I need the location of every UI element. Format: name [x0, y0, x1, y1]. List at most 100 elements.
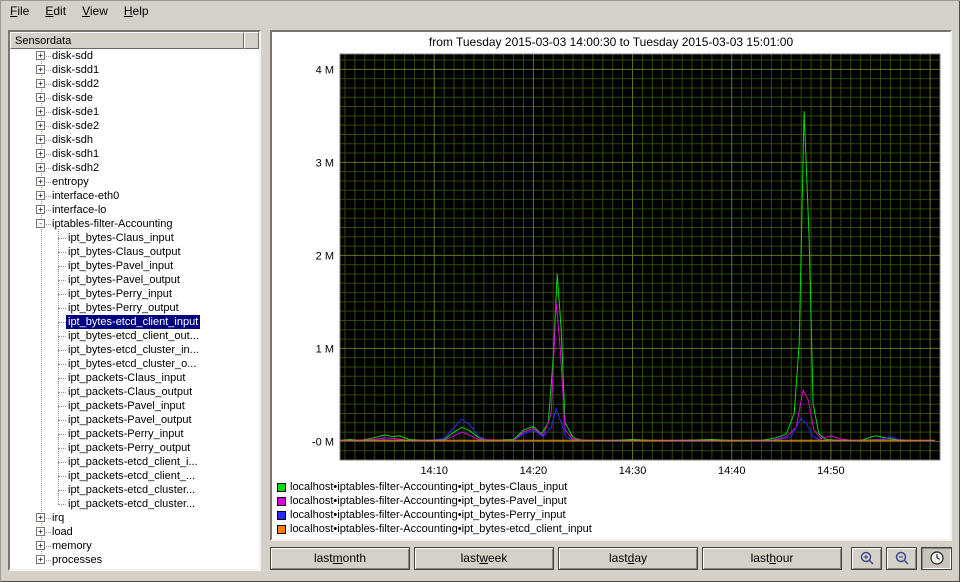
expand-plus-icon[interactable]: +	[36, 65, 45, 74]
tree-item-label[interactable]: ipt_packets-etcd_client_...	[66, 469, 197, 483]
tree-item-label[interactable]: ipt_bytes-Perry_output	[66, 301, 181, 315]
expand-plus-icon[interactable]: +	[36, 513, 45, 522]
tree-item[interactable]: ipt_packets-etcd_client_i...	[10, 455, 259, 469]
expand-plus-icon[interactable]: +	[36, 177, 45, 186]
tree-item[interactable]: + disk-sdh1	[10, 147, 259, 161]
tree-item[interactable]: + processes	[10, 553, 259, 567]
tree-item[interactable]: ipt_packets-etcd_cluster...	[10, 483, 259, 497]
tree-item[interactable]: ipt_bytes-etcd_client_input	[10, 315, 259, 329]
tree-item[interactable]: + disk-sde	[10, 91, 259, 105]
tree-item-label[interactable]: disk-sdd	[50, 49, 95, 63]
last-month-button[interactable]: last m onth	[270, 546, 410, 570]
tree-item-label[interactable]: ipt_bytes-Pavel_output	[66, 273, 182, 287]
tree-item[interactable]: + entropy	[10, 175, 259, 189]
expand-plus-icon[interactable]: +	[36, 51, 45, 60]
expand-plus-icon[interactable]: +	[36, 121, 45, 130]
menu-view[interactable]: View	[74, 2, 116, 20]
tree-item-label[interactable]: entropy	[50, 175, 91, 189]
auto-update-button[interactable]	[921, 546, 952, 570]
tree-item-label[interactable]: ipt_packets-Perry_output	[66, 441, 192, 455]
tree-item[interactable]: ipt_bytes-Claus_input	[10, 231, 259, 245]
tree-item-label[interactable]: disk-sdh1	[50, 147, 101, 161]
tree-item[interactable]: ipt_packets-Pavel_output	[10, 413, 259, 427]
collapse-minus-icon[interactable]: -	[36, 219, 45, 228]
expand-plus-icon[interactable]: +	[36, 527, 45, 536]
expand-plus-icon[interactable]: +	[36, 93, 45, 102]
expand-plus-icon[interactable]: +	[36, 79, 45, 88]
tree-item-label[interactable]: ipt_packets-etcd_cluster...	[66, 483, 197, 497]
tree-item[interactable]: ipt_bytes-Perry_input	[10, 287, 259, 301]
tree-item[interactable]: + interface-eth0	[10, 189, 259, 203]
tree-item-label[interactable]: ipt_packets-Claus_input	[66, 371, 187, 385]
expand-plus-icon[interactable]: +	[36, 205, 45, 214]
tree-item[interactable]: ipt_packets-Perry_output	[10, 441, 259, 455]
tree-item[interactable]: ipt_bytes-Perry_output	[10, 301, 259, 315]
tree-item-label[interactable]: ipt_bytes-Perry_input	[66, 287, 174, 301]
tree-item[interactable]: + disk-sdd1	[10, 63, 259, 77]
tree-item[interactable]: ipt_packets-Claus_input	[10, 371, 259, 385]
tree-item[interactable]: ipt_packets-Claus_output	[10, 385, 259, 399]
splitter[interactable]	[261, 30, 270, 571]
tree-item[interactable]: + interface-lo	[10, 203, 259, 217]
tree-item[interactable]: ipt_packets-etcd_client_...	[10, 469, 259, 483]
expand-plus-icon[interactable]: +	[36, 107, 45, 116]
expand-plus-icon[interactable]: +	[36, 555, 45, 564]
tree-item-label[interactable]: load	[50, 525, 75, 539]
menu-file[interactable]: File	[2, 2, 37, 20]
tree-header-label[interactable]: Sensordata	[10, 32, 244, 49]
tree-item[interactable]: + disk-sdd	[10, 49, 259, 63]
zoom-in-button[interactable]	[851, 546, 882, 570]
expand-plus-icon[interactable]: +	[36, 149, 45, 158]
last-week-button[interactable]: last w eek	[414, 546, 554, 570]
tree-item-label[interactable]: interface-eth0	[50, 189, 121, 203]
tree-item-label[interactable]: disk-sdd2	[50, 77, 101, 91]
tree-item[interactable]: + disk-sde2	[10, 119, 259, 133]
tree-item-label[interactable]: ipt_packets-etcd_client_i...	[66, 455, 200, 469]
tree-item-label[interactable]: ipt_packets-Claus_output	[66, 385, 194, 399]
tree-item-label[interactable]: ipt_bytes-etcd_cluster_o...	[66, 357, 198, 371]
last-day-button[interactable]: last d ay	[558, 546, 698, 570]
menu-edit[interactable]: Edit	[37, 2, 74, 20]
tree-item-label[interactable]: iptables-filter-Accounting	[50, 217, 174, 231]
tree-item-label[interactable]: ipt_bytes-etcd_client_out...	[66, 329, 201, 343]
tree-item-label[interactable]: ipt_bytes-Pavel_input	[66, 259, 175, 273]
tree-item[interactable]: + disk-sdh2	[10, 161, 259, 175]
tree-item-label[interactable]: ipt_packets-Pavel_input	[66, 399, 187, 413]
expand-plus-icon[interactable]: +	[36, 191, 45, 200]
tree-item[interactable]: ipt_packets-etcd_cluster...	[10, 497, 259, 511]
tree-item[interactable]: + memory	[10, 539, 259, 553]
tree-item-label-selected[interactable]: ipt_bytes-etcd_client_input	[66, 315, 201, 329]
tree-item[interactable]: ipt_bytes-etcd_cluster_in...	[10, 343, 259, 357]
tree-item[interactable]: ipt_packets-Perry_input	[10, 427, 259, 441]
tree-item-label[interactable]: disk-sdh2	[50, 161, 101, 175]
tree-item-label[interactable]: ipt_packets-Pavel_output	[66, 413, 194, 427]
tree-item[interactable]: ipt_packets-Pavel_input	[10, 399, 259, 413]
tree-item[interactable]: + disk-sdh	[10, 133, 259, 147]
tree-item-label[interactable]: ipt_bytes-Claus_output	[66, 245, 183, 259]
tree-item-label[interactable]: disk-sdh	[50, 133, 95, 147]
tree-item-label[interactable]: ipt_bytes-etcd_cluster_in...	[66, 343, 201, 357]
chart-canvas[interactable]: 4 M 3 M 2 M 1 M -0 M 14:10 14:20 14:30 14:40 14:5…	[272, 32, 950, 478]
tree-item[interactable]: ipt_bytes-Claus_output	[10, 245, 259, 259]
tree-item-label[interactable]: interface-lo	[50, 203, 108, 217]
tree-item[interactable]: ipt_bytes-Pavel_output	[10, 273, 259, 287]
tree-item[interactable]: + disk-sdd2	[10, 77, 259, 91]
tree-item[interactable]: ipt_bytes-Pavel_input	[10, 259, 259, 273]
tree-item[interactable]: + disk-sde1	[10, 105, 259, 119]
tree-item-label[interactable]: disk-sde1	[50, 105, 101, 119]
tree-item-label[interactable]: memory	[50, 539, 94, 553]
expand-plus-icon[interactable]: +	[36, 135, 45, 144]
expand-plus-icon[interactable]: +	[36, 163, 45, 172]
tree-item[interactable]: ipt_bytes-etcd_client_out...	[10, 329, 259, 343]
tree-item-label[interactable]: ipt_packets-Perry_input	[66, 427, 186, 441]
tree-item[interactable]: + irq	[10, 511, 259, 525]
tree-item-label[interactable]: irq	[50, 511, 66, 525]
zoom-out-button[interactable]	[886, 546, 917, 570]
tree-item-label[interactable]: disk-sde	[50, 91, 95, 105]
tree-item-label[interactable]: disk-sde2	[50, 119, 101, 133]
last-hour-button[interactable]: last h our	[702, 546, 842, 570]
tree-item-label[interactable]: disk-sdd1	[50, 63, 101, 77]
menu-help[interactable]: Help	[116, 2, 157, 20]
tree-item[interactable]: + load	[10, 525, 259, 539]
tree-item-label[interactable]: ipt_bytes-Claus_input	[66, 231, 176, 245]
